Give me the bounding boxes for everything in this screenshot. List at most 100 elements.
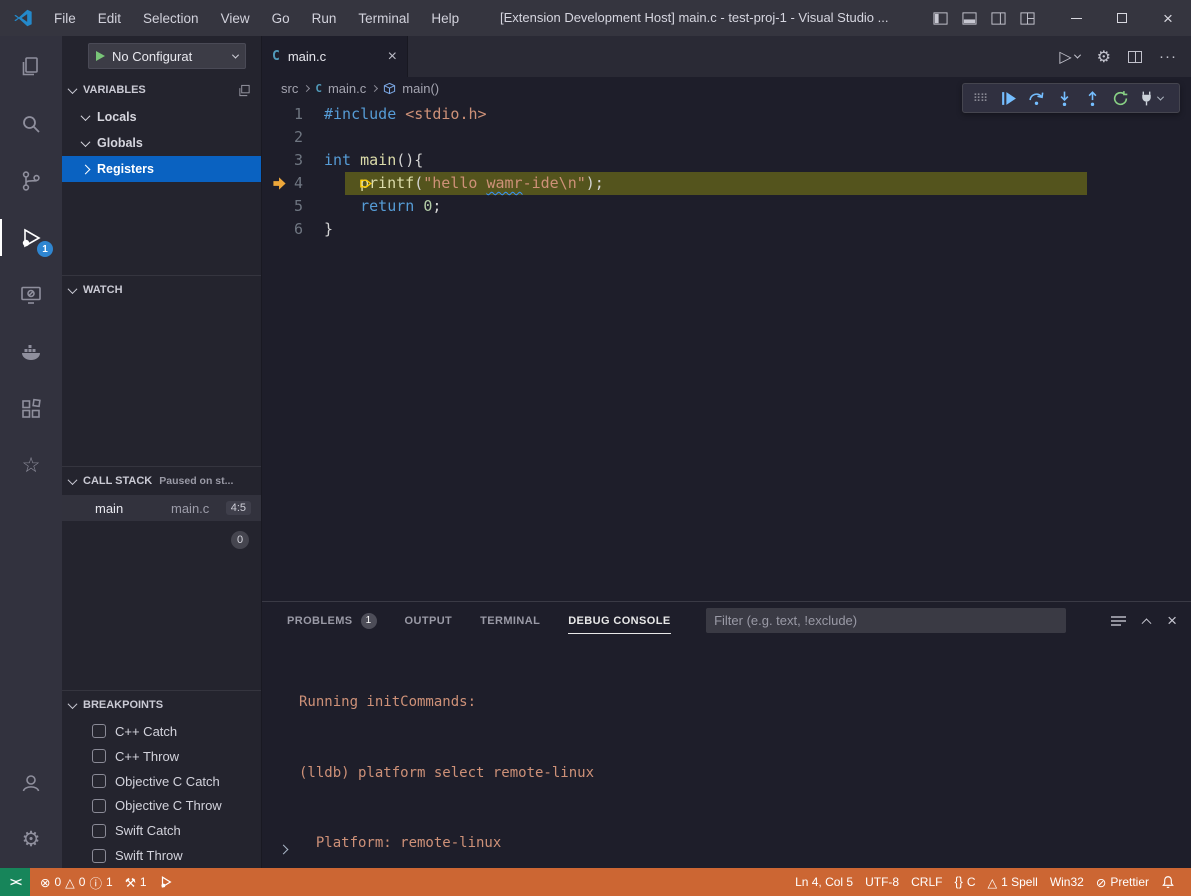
code-line-2: 2	[262, 126, 1191, 149]
breadcrumb-file[interactable]: main.c	[328, 81, 366, 96]
menu-go[interactable]: Go	[261, 0, 301, 36]
symbol-method-icon	[383, 82, 396, 95]
code-line-6: 6 }	[262, 218, 1191, 241]
chevron-down-icon[interactable]	[1157, 93, 1164, 100]
breakpoint-swift-throw[interactable]: Swift Throw	[62, 843, 261, 868]
breakpoint-swift-catch[interactable]: Swift Catch	[62, 818, 261, 843]
stack-frame-row[interactable]: main main.c 4:5	[62, 495, 261, 521]
toggle-sidebar-icon[interactable]	[933, 11, 948, 26]
checkbox[interactable]	[92, 799, 106, 813]
maximize-panel-icon[interactable]	[1142, 618, 1152, 628]
chevron-right-icon	[371, 85, 378, 92]
problems-status[interactable]: ⊗0 △0 ⓘ1	[34, 873, 119, 892]
copy-icon[interactable]	[238, 84, 251, 97]
search-icon[interactable]	[0, 95, 62, 152]
filter-input[interactable]	[714, 613, 1058, 628]
breakpoints-header[interactable]: BREAKPOINTS	[62, 691, 261, 719]
accounts-icon[interactable]	[0, 754, 62, 811]
step-out-icon[interactable]	[1078, 84, 1106, 112]
toggle-secondary-sidebar-icon[interactable]	[991, 11, 1006, 26]
console-filter	[706, 608, 1066, 633]
breakpoint-cpp-catch[interactable]: C++ Catch	[62, 719, 261, 744]
watch-header[interactable]: WATCH	[62, 276, 261, 304]
checkbox[interactable]	[92, 849, 106, 863]
variables-header[interactable]: VARIABLES	[62, 76, 261, 104]
disconnect-icon[interactable]	[1134, 84, 1158, 112]
run-file-button[interactable]: ▷	[1059, 47, 1079, 67]
variables-item-locals[interactable]: Locals	[62, 104, 261, 130]
checkbox[interactable]	[92, 824, 106, 838]
chevron-down-icon	[1074, 52, 1081, 59]
panel-header: PROBLEMS 1 OUTPUT TERMINAL DEBUG CONSOLE…	[262, 602, 1191, 639]
tab-main-c[interactable]: C main.c ×	[262, 36, 408, 77]
breakpoint-objc-throw[interactable]: Objective C Throw	[62, 793, 261, 818]
close-icon: ×	[1163, 10, 1173, 27]
chevron-down-icon	[68, 84, 78, 94]
vscode-logo-icon	[13, 8, 33, 28]
tab-debug-console[interactable]: DEBUG CONSOLE	[568, 602, 670, 639]
breakpoint-cpp-throw[interactable]: C++ Throw	[62, 744, 261, 769]
vscode-window: File Edit Selection View Go Run Terminal…	[0, 0, 1191, 896]
tab-terminal[interactable]: TERMINAL	[480, 602, 540, 639]
docker-icon[interactable]	[0, 323, 62, 380]
toggle-panel-icon[interactable]	[962, 11, 977, 26]
more-actions-icon[interactable]: ···	[1159, 48, 1177, 65]
menu-edit[interactable]: Edit	[87, 0, 132, 36]
console-line: Platform: remote-linux	[299, 832, 1191, 856]
menu-selection[interactable]: Selection	[132, 0, 210, 36]
menu-run[interactable]: Run	[301, 0, 348, 36]
close-panel-icon[interactable]: ×	[1167, 612, 1177, 629]
line-number: 3	[262, 149, 324, 172]
start-debugging-icon[interactable]	[96, 51, 105, 61]
editor-settings-icon[interactable]: ⚙	[1097, 47, 1111, 67]
explorer-icon[interactable]	[0, 38, 62, 95]
console-input-prompt[interactable]	[280, 840, 287, 858]
drag-handle-icon[interactable]: ⠿⠿	[966, 84, 994, 112]
variables-item-globals[interactable]: Globals	[62, 130, 261, 156]
continue-icon[interactable]	[994, 84, 1022, 112]
step-over-icon[interactable]	[1022, 84, 1050, 112]
debug-status[interactable]	[153, 875, 179, 889]
checkbox[interactable]	[92, 724, 106, 738]
tab-output[interactable]: OUTPUT	[405, 602, 453, 639]
output-actions-icon[interactable]	[1111, 615, 1126, 627]
split-editor-icon[interactable]	[1128, 51, 1142, 63]
breakpoint-objc-catch[interactable]: Objective C Catch	[62, 769, 261, 794]
close-button[interactable]: ×	[1145, 0, 1191, 36]
debug-config-dropdown[interactable]: No Configurat	[88, 43, 246, 69]
step-into-icon[interactable]	[1050, 84, 1078, 112]
debug-badge: 1	[37, 241, 53, 257]
window-title: [Extension Development Host] main.c - te…	[500, 0, 888, 36]
run-and-debug-icon[interactable]: 1	[0, 209, 62, 266]
menu-view[interactable]: View	[210, 0, 261, 36]
menu-terminal[interactable]: Terminal	[347, 0, 420, 36]
inline-breakpoint-icon[interactable]	[359, 176, 374, 191]
menu-file[interactable]: File	[43, 0, 87, 36]
code-editor[interactable]: 1 #include <stdio.h> 2 3 int main(){ 4 p…	[262, 100, 1191, 601]
maximize-button[interactable]	[1099, 0, 1145, 36]
chevron-down-icon	[232, 51, 239, 58]
debug-icon	[159, 875, 173, 889]
settings-gear-icon[interactable]: ⚙	[0, 811, 62, 868]
tab-close-icon[interactable]: ×	[388, 49, 397, 65]
tab-problems[interactable]: PROBLEMS 1	[287, 602, 377, 639]
warning-icon: △	[65, 875, 75, 890]
variables-item-registers[interactable]: Registers	[62, 156, 261, 182]
call-stack-header[interactable]: CALL STACK Paused on st...	[62, 467, 261, 495]
breadcrumb-symbol[interactable]: main()	[402, 81, 439, 96]
remote-indicator[interactable]: ><	[0, 868, 30, 896]
customize-layout-icon[interactable]	[1020, 11, 1035, 26]
menu-help[interactable]: Help	[420, 0, 470, 36]
play-icon: ▷	[1059, 47, 1071, 67]
restart-icon[interactable]	[1106, 84, 1134, 112]
minimize-button[interactable]	[1053, 0, 1099, 36]
debug-console-output[interactable]: Running initCommands: (lldb) platform se…	[262, 639, 1191, 896]
checkbox[interactable]	[92, 749, 106, 763]
extensions-icon[interactable]	[0, 380, 62, 437]
remote-explorer-icon[interactable]	[0, 266, 62, 323]
breadcrumb-folder[interactable]: src	[281, 81, 298, 96]
source-control-icon[interactable]	[0, 152, 62, 209]
star-icon[interactable]: ☆	[0, 437, 62, 494]
checkbox[interactable]	[92, 774, 106, 788]
toolchain-status[interactable]: ⚒1	[119, 875, 153, 890]
